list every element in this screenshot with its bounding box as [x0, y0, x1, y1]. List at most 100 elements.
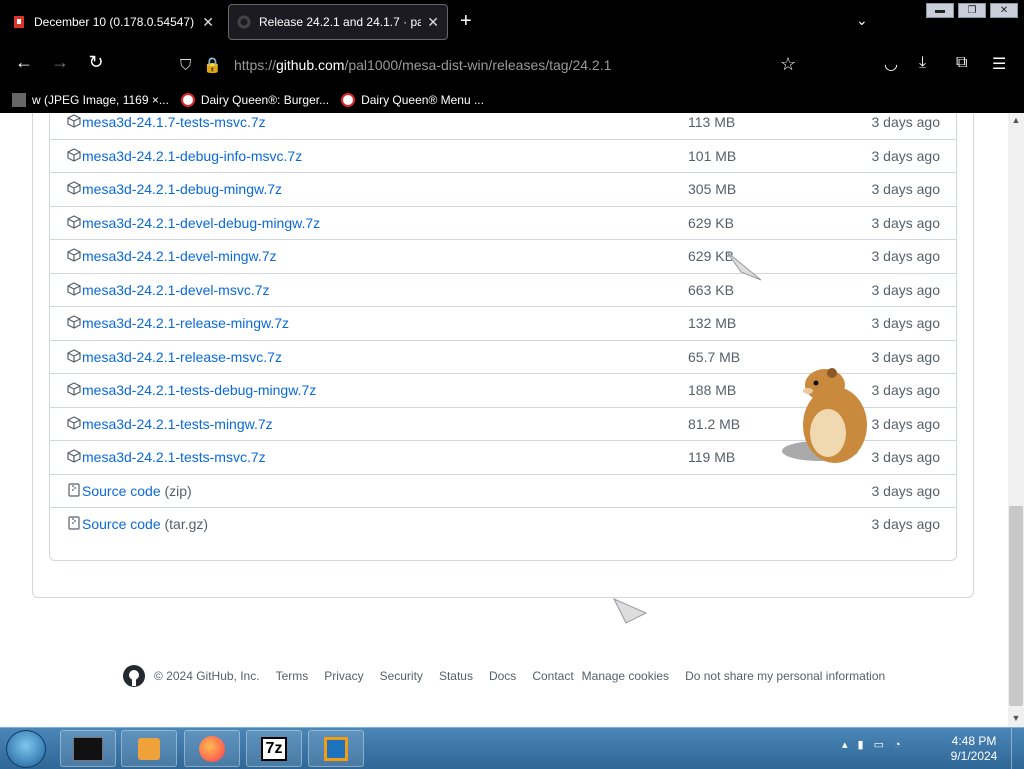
asset-size: 119 MB — [688, 449, 736, 465]
bookmarks-bar: w (JPEG Image, 1169 ×... Dairy Queen®: B… — [0, 86, 1024, 113]
url-path: /pal1000/mesa-dist-win/releases/tag/24.2… — [344, 57, 612, 73]
source-link[interactable]: Source code (tar.gz) — [82, 516, 208, 532]
asset-link[interactable]: mesa3d-24.2.1-tests-msvc.7z — [82, 449, 266, 465]
forward-icon[interactable]: → — [48, 52, 72, 73]
close-icon[interactable]: ✕ — [202, 14, 214, 31]
footer-link-security[interactable]: Security — [380, 669, 423, 683]
package-icon — [67, 449, 81, 463]
footer-link-do-not-share[interactable]: Do not share my personal information — [685, 669, 885, 683]
github-logo-icon[interactable] — [122, 664, 146, 688]
asset-date: 3 days ago — [871, 315, 941, 331]
system-tray: ▴ ▮ ▭ ◔ — [842, 738, 901, 752]
source-link[interactable]: Source code (zip) — [82, 483, 192, 499]
lock-icon[interactable]: 🔒 — [203, 56, 222, 74]
source-date: 3 days ago — [871, 482, 941, 499]
start-button[interactable] — [6, 730, 46, 768]
source-label: Source code — [82, 516, 161, 532]
footer-link-terms[interactable]: Terms — [276, 669, 309, 683]
scroll-down-icon[interactable]: ▼ — [1008, 713, 1024, 723]
pocket-icon[interactable]: ◡ — [884, 54, 898, 74]
github-icon — [237, 15, 251, 29]
clock[interactable]: 4:48 PM 9/1/2024 — [944, 734, 1004, 764]
asset-link[interactable]: mesa3d-24.2.1-release-msvc.7z — [82, 349, 282, 365]
address-bar[interactable]: ⛉ 🔒 https://github.com/pal1000/mesa-dist… — [180, 50, 810, 80]
package-icon — [67, 214, 81, 229]
taskbar-app-firefox[interactable] — [184, 730, 240, 767]
assets-list: mesa3d-24.1.7-tests-msvc.7z 113 MB 3 days … — [49, 113, 957, 561]
network-icon[interactable]: ▮ — [858, 738, 864, 751]
source-ext: (tar.gz) — [164, 516, 209, 532]
asset-link[interactable]: mesa3d-24.2.1-devel-msvc.7z — [82, 282, 270, 298]
taskbar-app-media[interactable] — [121, 730, 177, 767]
shield-icon[interactable]: ⛉ — [180, 57, 191, 74]
menu-icon[interactable]: ☰ — [992, 54, 1006, 74]
asset-link[interactable]: mesa3d-24.2.1-release-mingw.7z — [82, 315, 289, 331]
asset-row: mesa3d-24.2.1-devel-msvc.7z 663 KB 3 days … — [50, 272, 956, 306]
asset-size: 132 MB — [688, 315, 737, 331]
source-row: Source code (zip) 3 days ago — [50, 473, 956, 507]
monitor-icon[interactable]: ▭ — [874, 738, 884, 751]
package-icon — [67, 315, 81, 329]
asset-link[interactable]: mesa3d-24.2.1-devel-mingw.7z — [82, 248, 277, 264]
asset-link[interactable]: mesa3d-24.2.1-tests-mingw.7z — [82, 416, 273, 432]
minimize-button[interactable]: ▬ — [926, 3, 954, 18]
url-host: github.com — [275, 57, 345, 73]
tray-expand-icon[interactable]: ▴ — [842, 738, 848, 751]
footer-link-contact[interactable]: Contact — [532, 669, 573, 683]
scrollbar-thumb[interactable] — [1009, 506, 1023, 706]
footer-link-status[interactable]: Status — [439, 669, 473, 683]
volume-icon[interactable]: ◔ — [894, 739, 901, 751]
clock-time: 4:48 PM — [951, 734, 997, 748]
asset-row: mesa3d-24.2.1-devel-debug-mingw.7z 629 KB… — [50, 205, 956, 239]
asset-date: 3 days ago — [871, 348, 941, 365]
tab-december[interactable]: December 10 (0.178.0.54547) - I ✕ — [4, 4, 222, 40]
source-ext: (zip) — [164, 482, 192, 499]
maximize-button[interactable]: ❐ — [958, 3, 986, 18]
asset-link[interactable]: mesa3d-24.2.1-debug-mingw.7z — [82, 181, 282, 197]
bookmark-item[interactable]: Dairy Queen® Menu ... — [341, 92, 484, 107]
extensions-icon[interactable]: ⧉ — [956, 54, 967, 72]
close-window-button[interactable]: ✕ — [990, 3, 1018, 18]
bookmark-item[interactable]: Dairy Queen®: Burger... — [180, 92, 330, 107]
tab-title: December 10 (0.178.0.54547) - I — [34, 15, 197, 29]
star-icon[interactable]: ☆ — [780, 54, 796, 75]
package-icon — [67, 147, 81, 162]
asset-row: mesa3d-24.2.1-debug-info-msvc.7z 101 MB 3 … — [50, 138, 956, 172]
file-zip-icon — [68, 516, 80, 530]
scroll-up-icon[interactable]: ▲ — [1008, 115, 1024, 125]
footer-link-docs[interactable]: Docs — [489, 669, 516, 683]
hamster-pet-icon[interactable] — [780, 363, 875, 473]
show-desktop-button[interactable] — [1011, 728, 1024, 769]
asset-link[interactable]: mesa3d-24.2.1-devel-debug-mingw.7z — [82, 215, 320, 231]
browser-chrome: December 10 (0.178.0.54547) - I ✕ Releas… — [0, 0, 1024, 113]
clock-date: 9/1/2024 — [950, 749, 998, 763]
tab-release[interactable]: Release 24.2.1 and 24.1.7 · pal10 ✕ — [228, 4, 448, 40]
bookmark-label: Dairy Queen®: Burger... — [200, 92, 330, 107]
asset-row: mesa3d-24.2.1-devel-mingw.7z 629 KB 3 days… — [50, 239, 956, 272]
image-icon — [12, 92, 26, 107]
asset-date: 3 days ago — [871, 114, 941, 130]
close-icon[interactable]: ✕ — [427, 14, 439, 31]
asset-date: 3 days ago — [871, 449, 941, 465]
asset-link[interactable]: mesa3d-24.2.1-tests-debug-mingw.7z — [82, 382, 316, 398]
chevron-down-icon[interactable]: ⌄ — [856, 12, 868, 29]
paper-plane-icon — [612, 597, 648, 624]
dairy-queen-icon — [180, 92, 195, 107]
tab-title: Release 24.2.1 and 24.1.7 · pal10 — [259, 15, 422, 29]
firefox-icon — [199, 735, 225, 762]
source-label: Source code — [82, 482, 161, 499]
taskbar-app-7zip[interactable]: 7z — [246, 730, 302, 767]
asset-link[interactable]: mesa3d-24.2.1-debug-info-msvc.7z — [82, 148, 302, 164]
back-icon[interactable]: ← — [12, 52, 36, 73]
footer-link-cookies[interactable]: Manage cookies — [582, 669, 669, 683]
taskbar-app-terminal[interactable] — [60, 730, 116, 767]
reload-icon[interactable]: ↻ — [84, 52, 108, 73]
footer-link-privacy[interactable]: Privacy — [324, 669, 363, 683]
bookmark-label: w (JPEG Image, 1169 ×... — [32, 92, 169, 107]
vertical-scrollbar[interactable]: ▲ ▼ — [1008, 113, 1024, 727]
new-tab-icon[interactable]: + — [460, 10, 472, 33]
bookmark-item[interactable]: w (JPEG Image, 1169 ×... — [12, 92, 169, 107]
download-icon[interactable]: ⤓ — [919, 54, 926, 72]
asset-link[interactable]: mesa3d-24.1.7-tests-msvc.7z — [82, 114, 266, 130]
taskbar-app-virtualbox[interactable] — [308, 730, 364, 767]
